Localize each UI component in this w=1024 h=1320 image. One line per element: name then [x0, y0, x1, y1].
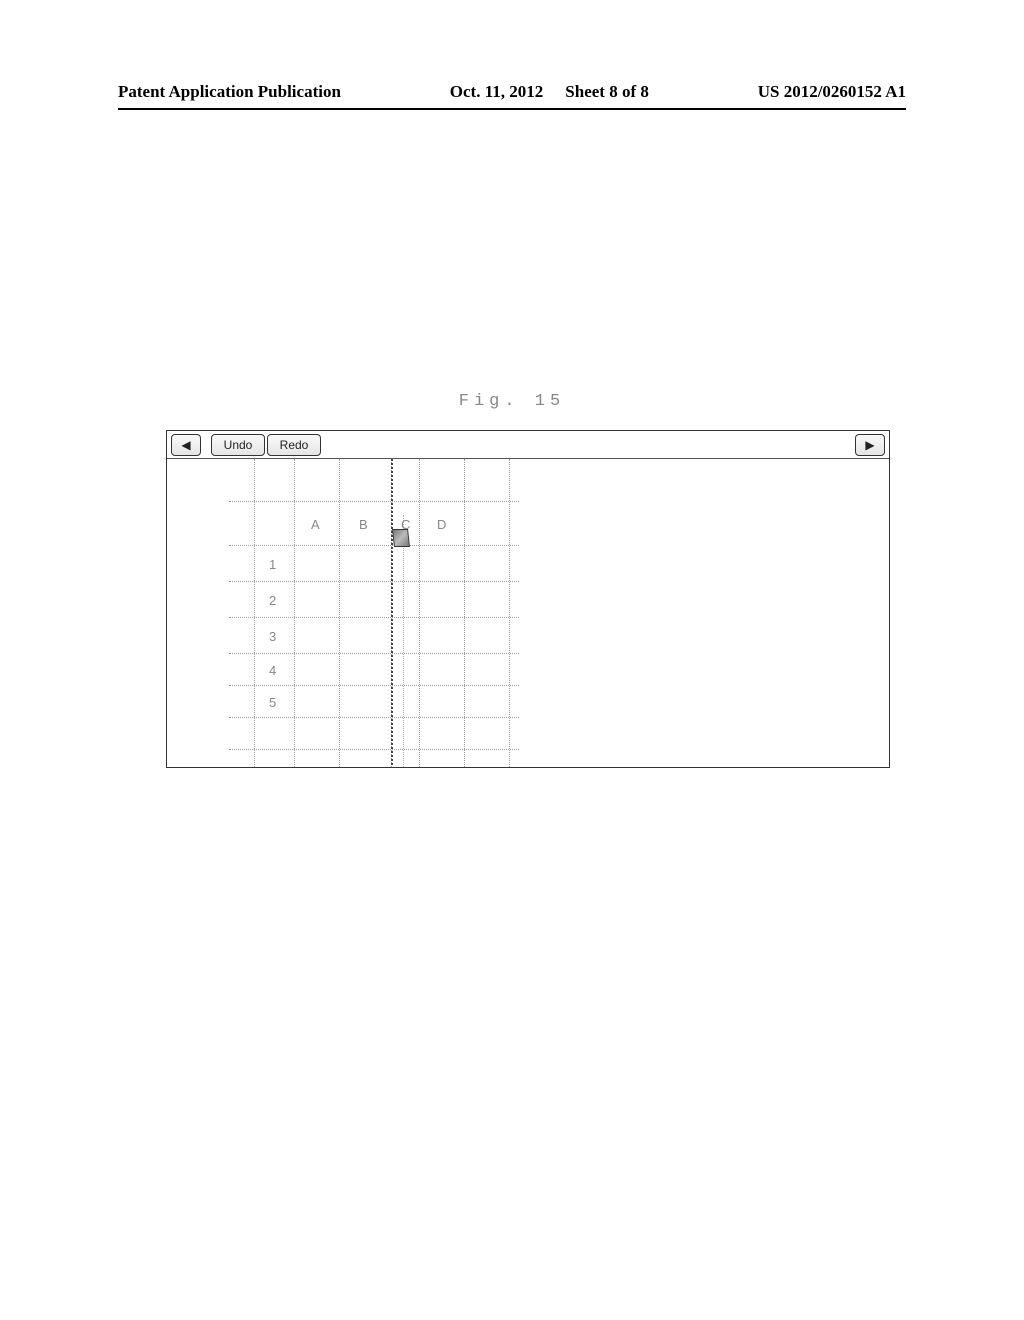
gridline-horizontal — [229, 501, 519, 502]
gridline-horizontal — [229, 749, 519, 750]
sheet-indicator: Sheet 8 of 8 — [565, 82, 649, 102]
gridline-vertical — [419, 459, 420, 768]
redo-button[interactable]: Redo — [267, 434, 321, 456]
col-header-d[interactable]: D — [437, 517, 446, 532]
gridline-horizontal — [229, 581, 519, 582]
back-icon: ◀ — [181, 438, 190, 452]
publication-date: Oct. 11, 2012 — [450, 82, 544, 102]
col-header-b[interactable]: B — [359, 517, 368, 532]
header-rule — [118, 108, 906, 110]
gridline-horizontal — [229, 685, 519, 686]
col-header-a[interactable]: A — [311, 517, 320, 532]
gridline-vertical — [464, 459, 465, 768]
column-insert-ghost — [403, 515, 404, 768]
page-header: Patent Application Publication Oct. 11, … — [118, 82, 906, 102]
forward-icon: ▶ — [865, 438, 874, 452]
redo-label: Redo — [280, 438, 309, 452]
row-header-5[interactable]: 5 — [269, 695, 276, 710]
gridline-horizontal — [229, 617, 519, 618]
row-header-3[interactable]: 3 — [269, 629, 276, 644]
publication-type: Patent Application Publication — [118, 82, 341, 102]
row-header-2[interactable]: 2 — [269, 593, 276, 608]
undo-label: Undo — [224, 438, 253, 452]
gridline-horizontal — [229, 545, 519, 546]
spreadsheet-grid: A B C D 1 2 3 4 5 — [219, 459, 519, 768]
column-insert-indicator — [391, 459, 393, 768]
publication-number: US 2012/0260152 A1 — [758, 82, 906, 102]
figure-label: Fig. 15 — [0, 392, 1024, 411]
gridline-vertical — [509, 459, 510, 768]
gridline-vertical — [294, 459, 295, 768]
gridline-horizontal — [229, 717, 519, 718]
row-header-4[interactable]: 4 — [269, 663, 276, 678]
app-window: ◀ Undo Redo ▶ — [166, 430, 890, 768]
toolbar: ◀ Undo Redo ▶ — [167, 431, 889, 459]
row-header-1[interactable]: 1 — [269, 557, 276, 572]
spreadsheet-canvas[interactable]: A B C D 1 2 3 4 5 — [167, 459, 889, 768]
column-insert-cursor-icon[interactable] — [392, 529, 410, 547]
gridline-horizontal — [229, 653, 519, 654]
undo-button[interactable]: Undo — [211, 434, 265, 456]
gridline-vertical — [254, 459, 255, 768]
forward-button[interactable]: ▶ — [855, 434, 885, 456]
gridline-vertical — [339, 459, 340, 768]
back-button[interactable]: ◀ — [171, 434, 201, 456]
